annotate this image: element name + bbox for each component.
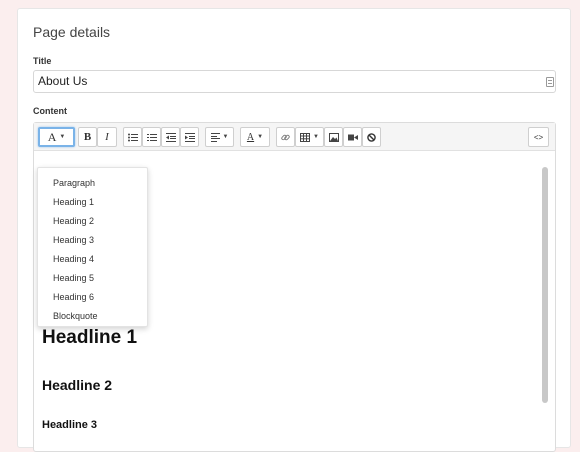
style-dropdown-button[interactable]: A ▼ <box>38 127 75 147</box>
menu-item-heading-3[interactable]: Heading 3 <box>53 235 94 245</box>
chevron-down-icon: ▼ <box>222 134 229 140</box>
editor-toolbar: A ▼ B I ▼ A ▼ ▼ <> <box>34 123 555 151</box>
italic-button[interactable]: I <box>97 127 117 147</box>
code-view-icon: <> <box>533 132 544 142</box>
content-label: Content <box>33 106 67 116</box>
clear-format-button[interactable] <box>362 127 381 147</box>
menu-item-blockquote[interactable]: Blockquote <box>53 311 98 321</box>
title-input[interactable]: About Us <box>33 70 556 93</box>
unordered-list-button[interactable] <box>123 127 142 147</box>
outdent-button[interactable] <box>161 127 180 147</box>
text-color-icon: A <box>246 131 255 143</box>
link-button[interactable] <box>276 127 295 147</box>
menu-item-heading-2[interactable]: Heading 2 <box>53 216 94 226</box>
menu-item-paragraph[interactable]: Paragraph <box>53 178 95 188</box>
align-left-icon <box>210 132 220 142</box>
table-dropdown-button[interactable]: ▼ <box>295 127 324 147</box>
chevron-down-icon: ▼ <box>257 134 264 140</box>
image-icon <box>328 132 339 142</box>
image-button[interactable] <box>324 127 343 147</box>
bold-label: B <box>83 131 92 143</box>
clear-format-icon <box>367 132 376 142</box>
section-title: Page details <box>33 24 111 40</box>
headline-3: Headline 3 <box>42 419 98 431</box>
page-details-card: Page details Title About Us Content A ▼ B… <box>17 8 571 452</box>
indent-icon <box>184 132 195 142</box>
italic-label: I <box>105 131 109 143</box>
field-options-icon[interactable] <box>546 77 554 87</box>
style-label: A <box>47 129 57 144</box>
style-dropdown-menu: Paragraph Heading 1 Heading 2 Heading 3 … <box>37 167 148 327</box>
chevron-down-icon: ▼ <box>313 134 319 140</box>
chevron-down-icon: ▼ <box>59 134 66 140</box>
ordered-list-button[interactable] <box>142 127 161 147</box>
table-icon <box>300 132 311 142</box>
menu-item-heading-1[interactable]: Heading 1 <box>53 197 94 207</box>
menu-item-heading-6[interactable]: Heading 6 <box>53 292 94 302</box>
code-view-button[interactable]: <> <box>528 127 549 147</box>
indent-button[interactable] <box>180 127 199 147</box>
menu-item-heading-5[interactable]: Heading 5 <box>53 273 94 283</box>
bold-button[interactable]: B <box>78 127 97 147</box>
ordered-list-icon <box>146 133 157 141</box>
video-button[interactable] <box>343 127 362 147</box>
editor-scrollbar[interactable] <box>542 167 548 403</box>
outdent-icon <box>165 132 176 142</box>
link-icon <box>281 134 290 140</box>
unordered-list-icon <box>127 133 138 141</box>
color-dropdown-button[interactable]: A ▼ <box>240 127 270 147</box>
align-dropdown-button[interactable]: ▼ <box>205 127 234 147</box>
menu-item-heading-4[interactable]: Heading 4 <box>53 254 94 264</box>
title-label: Title <box>33 56 52 66</box>
headline-2: Headline 2 <box>42 377 113 393</box>
video-icon <box>347 134 358 140</box>
headline-1: Headline 1 <box>42 327 138 348</box>
rich-text-editor: A ▼ B I ▼ A ▼ ▼ <> Headline 1 Headline 2… <box>33 122 556 452</box>
